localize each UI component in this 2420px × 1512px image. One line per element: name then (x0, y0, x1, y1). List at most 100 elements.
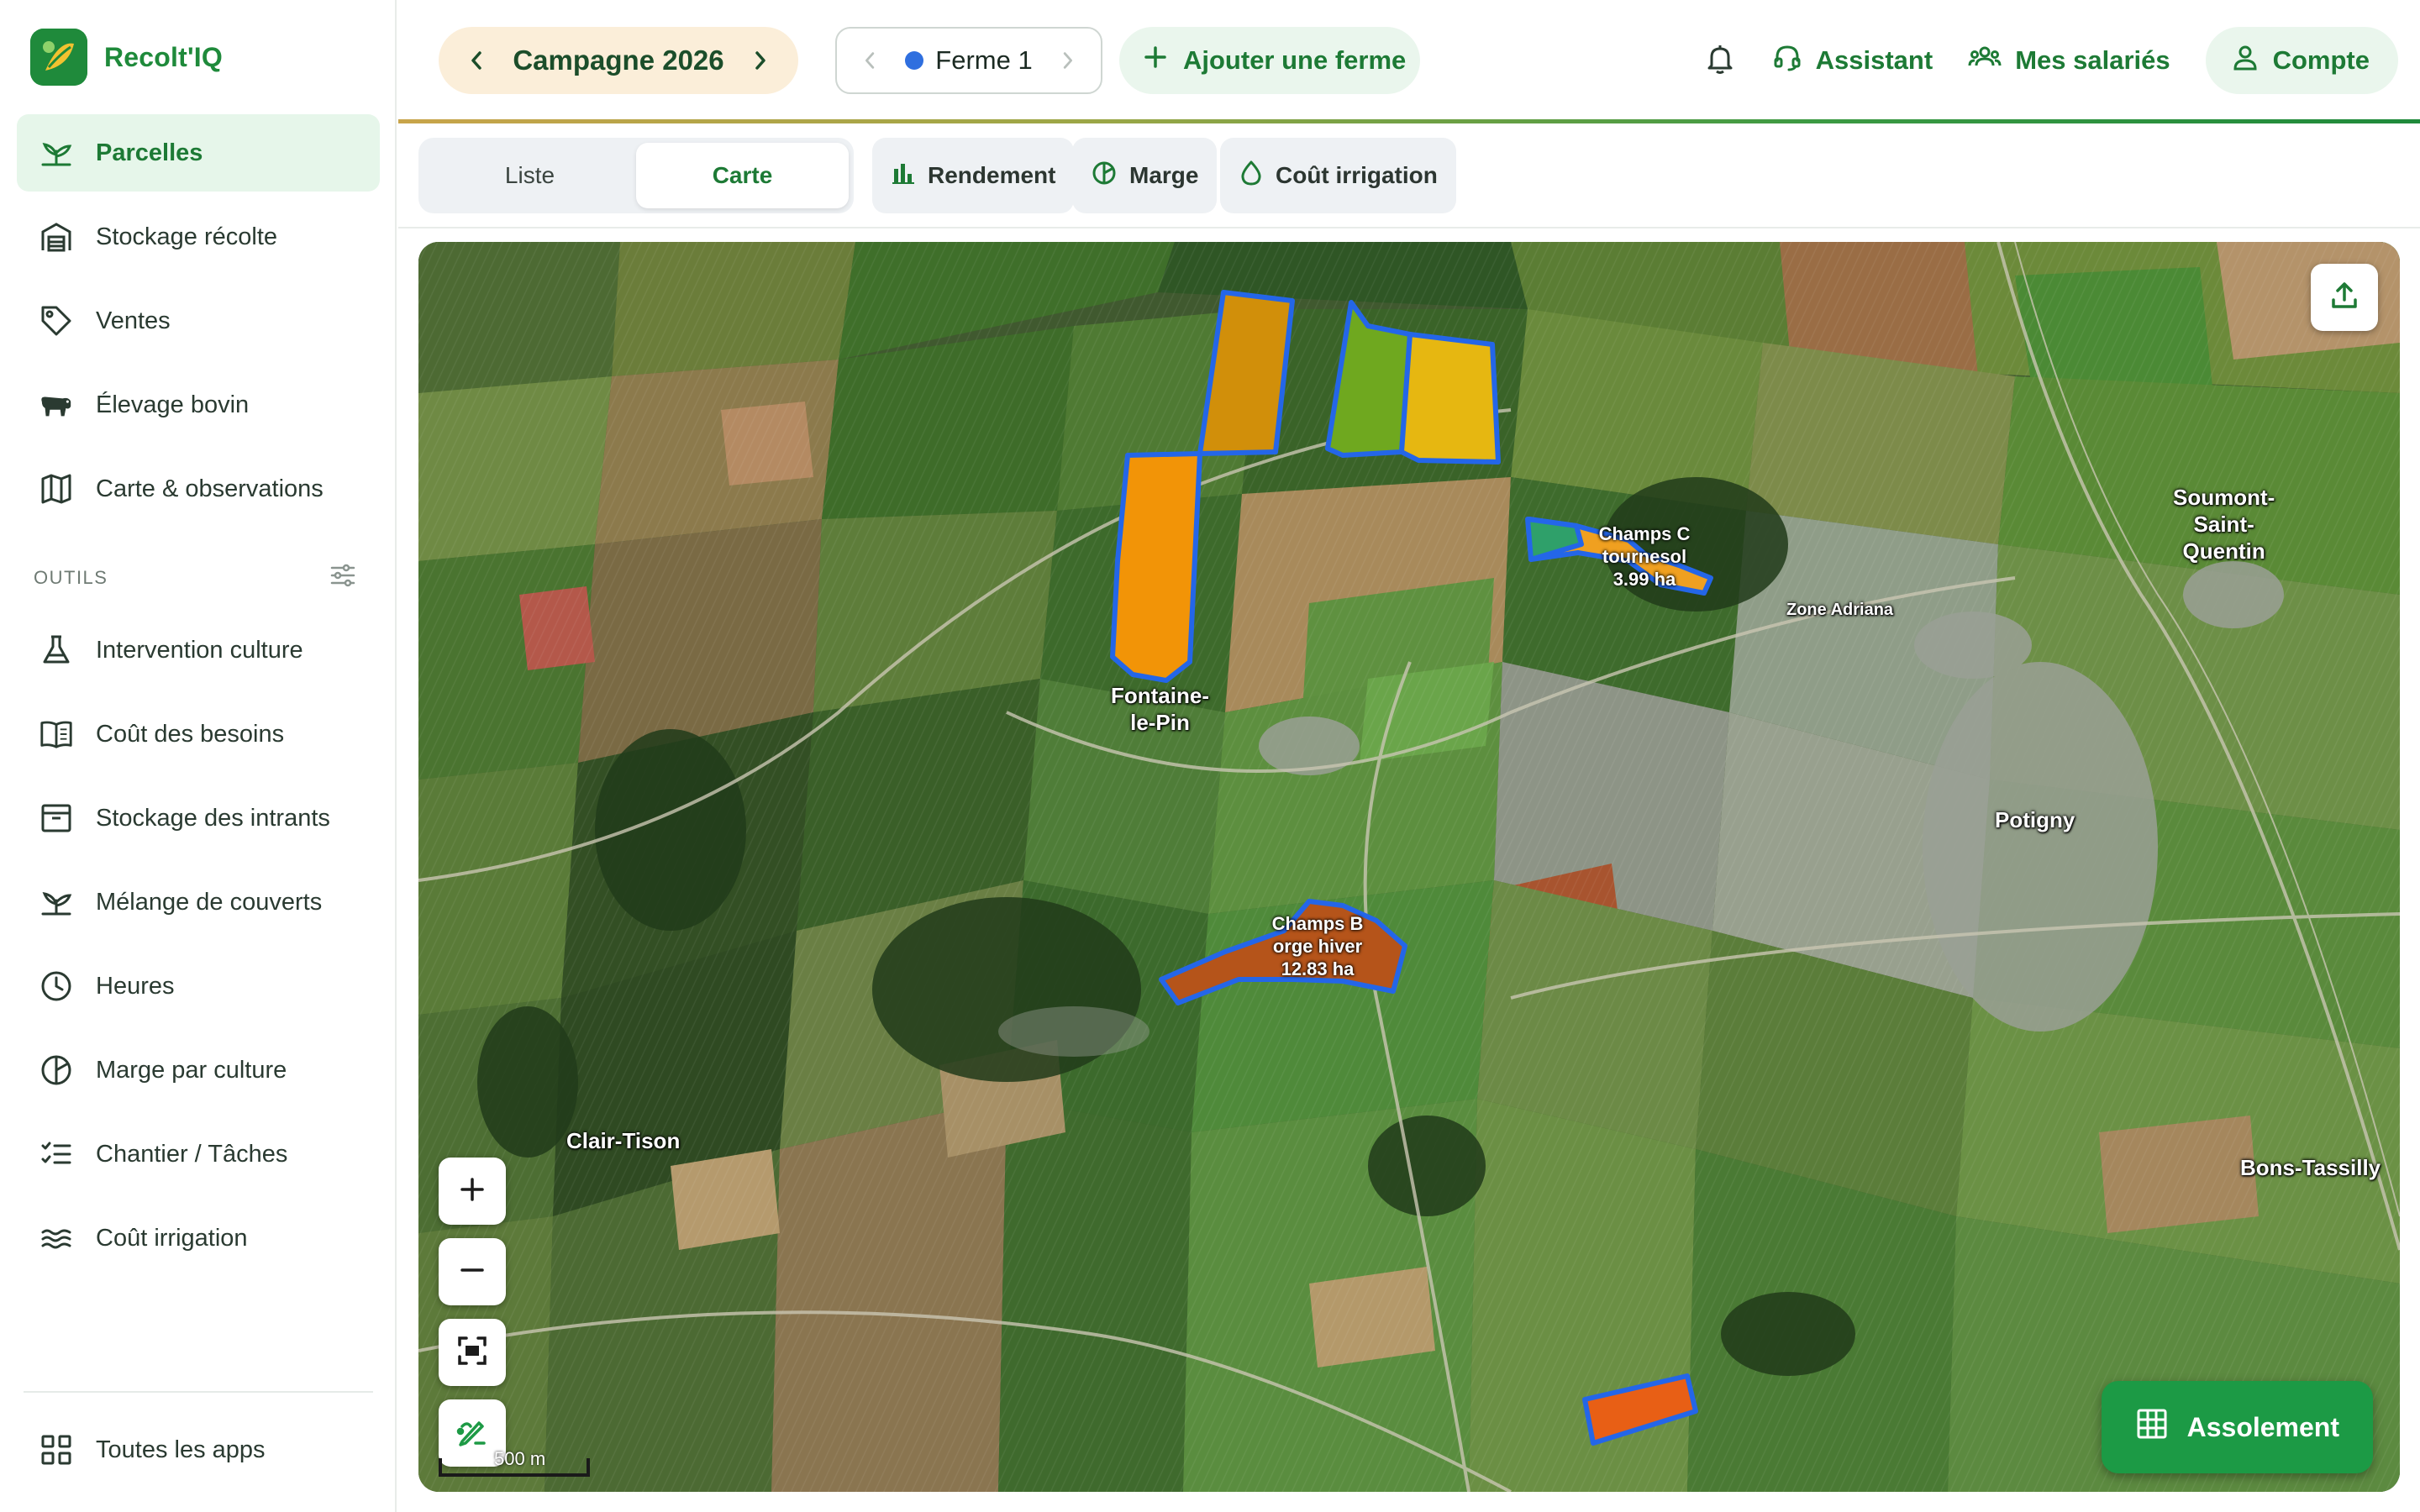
sprout-icon (39, 885, 74, 920)
rendement-label: Rendement (928, 162, 1056, 188)
sidebar-item-cout-besoins[interactable]: Coût des besoins (17, 696, 380, 773)
headset-icon (1772, 42, 1802, 79)
account-label: Compte (2272, 45, 2370, 75)
plus-icon (1143, 45, 1168, 76)
sidebar-item-intervention-culture[interactable]: Intervention culture (17, 612, 380, 689)
sidebar-item-melange-couverts[interactable]: Mélange de couverts (17, 864, 380, 941)
bar-chart-icon (891, 160, 916, 192)
sidebar-item-stockage-intrants[interactable]: Stockage des intrants (17, 780, 380, 857)
sidebar-item-marge-culture[interactable]: Marge par culture (17, 1032, 380, 1109)
campaign-label[interactable]: Campagne 2026 (513, 45, 723, 76)
chevron-right-icon[interactable] (744, 45, 775, 76)
sidebar-item-label: Marge par culture (96, 1056, 287, 1084)
view-switcher: Liste Carte (418, 138, 854, 213)
view-toolbar: Liste Carte Rendement Marge Coût irrigat… (398, 124, 2420, 228)
place-potigny: Potigny (1995, 807, 2075, 832)
upload-icon (2328, 280, 2360, 316)
assistant-label: Assistant (1815, 45, 1933, 75)
add-farm-button[interactable]: Ajouter une ferme (1119, 27, 1420, 94)
zoom-in-button[interactable] (439, 1158, 506, 1225)
all-apps-container: Toutes les apps (17, 1411, 380, 1495)
archive-icon (39, 801, 74, 836)
checklist-icon (39, 1137, 74, 1172)
cow-icon (39, 387, 74, 423)
zoom-out-button[interactable] (439, 1238, 506, 1305)
rendement-button[interactable]: Rendement (872, 138, 1075, 213)
sidebar-item-label: Élevage bovin (96, 391, 250, 418)
tools-section-header: OUTILS (17, 553, 380, 603)
tab-liste[interactable]: Liste (424, 143, 636, 208)
farm-label[interactable]: Ferme 1 (905, 45, 1033, 76)
farm-selector: Ferme 1 (835, 27, 1102, 94)
sidebar-item-label: Ventes (96, 307, 171, 334)
droplet-icon (1239, 160, 1264, 192)
brand[interactable]: Recolt'IQ (30, 29, 223, 86)
farm-color-dot (905, 51, 924, 70)
map-terrain (418, 242, 2400, 1492)
sidebar-nav: Parcelles Stockage récolte Ventes Élevag… (17, 114, 380, 1284)
cout-irrigation-button[interactable]: Coût irrigation (1220, 138, 1456, 213)
bell-icon[interactable] (1703, 42, 1737, 80)
brand-logo-icon (30, 29, 87, 86)
parcel-area: 12.83 ha (1281, 958, 1355, 979)
sidebar-item-all-apps[interactable]: Toutes les apps (17, 1411, 380, 1488)
book-icon (39, 717, 74, 752)
pie-icon (39, 1053, 74, 1088)
chevron-left-icon[interactable] (855, 45, 886, 76)
sidebar-item-stockage-recolte[interactable]: Stockage récolte (17, 198, 380, 276)
pie-icon (1091, 160, 1118, 192)
satellite-map[interactable]: Fontaine- le-Pin Soumont- Saint- Quentin… (418, 242, 2400, 1492)
assolement-label: Assolement (2186, 1411, 2339, 1442)
sidebar-item-elevage-bovin[interactable]: Élevage bovin (17, 366, 380, 444)
fit-bounds-button[interactable] (439, 1319, 506, 1386)
header-actions: Assistant Mes salariés Compte (1703, 27, 2398, 94)
sidebar-item-carte-observations[interactable]: Carte & observations (17, 450, 380, 528)
chevron-right-icon[interactable] (1052, 45, 1082, 76)
tab-carte[interactable]: Carte (636, 143, 849, 208)
sidebar-item-label: Coût des besoins (96, 720, 285, 748)
tune-icon[interactable] (329, 562, 356, 594)
chevron-left-icon[interactable] (462, 45, 492, 76)
parcel-label-champs-b[interactable]: Champs B orge hiver 12.83 ha (1250, 912, 1385, 980)
sidebar-item-parcelles[interactable]: Parcelles (17, 114, 380, 192)
silo-icon (39, 219, 74, 255)
fullscreen-icon (456, 1335, 488, 1371)
parcel-name: Champs B (1271, 913, 1364, 934)
add-farm-label: Ajouter une ferme (1183, 45, 1407, 75)
sidebar: Recolt'IQ Parcelles Stockage récolte Ven… (0, 0, 397, 1512)
parcel-name: Champs C (1598, 523, 1691, 544)
sidebar-item-label: Parcelles (96, 139, 203, 166)
sidebar-item-label: Mélange de couverts (96, 888, 323, 916)
tools-heading: OUTILS (34, 567, 108, 588)
sidebar-item-heures[interactable]: Heures (17, 948, 380, 1025)
account-button[interactable]: Compte (2205, 27, 2398, 94)
header-accent-line (398, 119, 2420, 123)
place-clair-tison: Clair-Tison (566, 1128, 681, 1153)
waves-icon (39, 1221, 74, 1256)
assolement-button[interactable]: Assolement (2101, 1381, 2373, 1473)
sidebar-item-ventes[interactable]: Ventes (17, 282, 380, 360)
sidebar-divider (24, 1391, 373, 1393)
tag-icon (39, 303, 74, 339)
place-fontaine-le-pin: Fontaine- le-Pin (1111, 683, 1209, 735)
marge-label: Marge (1129, 162, 1199, 188)
campaign-selector: Campagne 2026 (439, 27, 798, 94)
user-icon (2231, 43, 2260, 78)
sidebar-item-label: Chantier / Tâches (96, 1140, 288, 1168)
parcel-label-champs-c[interactable]: Champs C tournesol 3.99 ha (1591, 522, 1697, 591)
sidebar-item-label: Toutes les apps (96, 1436, 266, 1463)
assistant-link[interactable]: Assistant (1772, 42, 1933, 79)
sidebar-item-label: Heures (96, 972, 175, 1000)
sidebar-item-cout-irrigation[interactable]: Coût irrigation (17, 1200, 380, 1277)
place-zone-adriana: Zone Adriana (1786, 601, 1894, 619)
grid-icon (39, 1432, 74, 1467)
sidebar-item-label: Carte & observations (96, 475, 324, 502)
export-button[interactable] (2311, 264, 2378, 331)
map-scale-label: 500 m (494, 1448, 546, 1469)
employees-link[interactable]: Mes salariés (1968, 42, 2170, 79)
top-header: Campagne 2026 Ferme 1 Ajouter une ferme (398, 0, 2420, 123)
clock-icon (39, 969, 74, 1004)
plus-icon (458, 1175, 487, 1208)
sidebar-item-chantier-taches[interactable]: Chantier / Tâches (17, 1116, 380, 1193)
marge-button[interactable]: Marge (1072, 138, 1218, 213)
